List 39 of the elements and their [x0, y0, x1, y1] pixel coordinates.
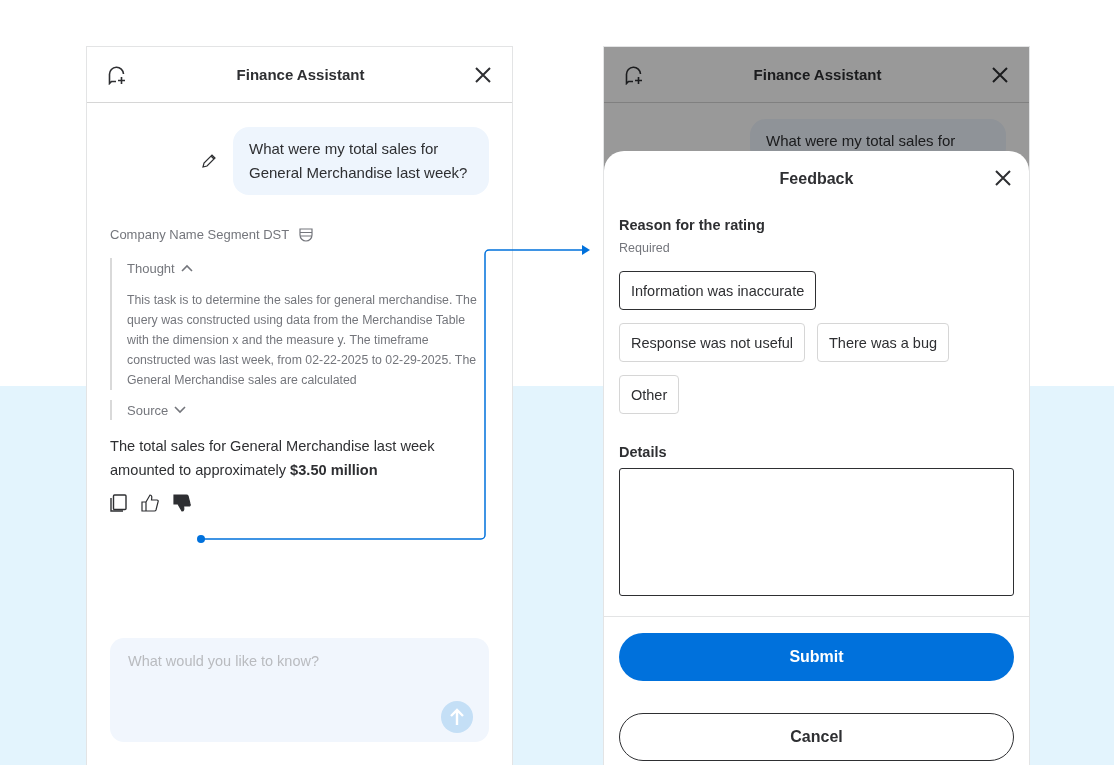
- reason-chip[interactable]: Other: [619, 375, 680, 414]
- details-field[interactable]: [619, 468, 1014, 596]
- thumbs-down-icon[interactable]: [173, 494, 191, 512]
- sheet-title: Feedback: [779, 170, 854, 188]
- close-icon: [991, 65, 1009, 84]
- close-icon: [474, 65, 492, 84]
- new-chat-icon: [107, 64, 127, 85]
- section-toggle[interactable]: Source: [127, 400, 187, 420]
- chevron-up-icon: [180, 264, 193, 272]
- new-chat-button[interactable]: [624, 64, 644, 85]
- reason-chip[interactable]: Information was inaccurate: [619, 271, 817, 310]
- database-icon: [299, 227, 314, 242]
- edit-button[interactable]: [201, 153, 217, 169]
- required-hint: Required: [619, 241, 671, 255]
- new-chat-button[interactable]: [107, 64, 127, 85]
- arrow-up-icon: [450, 708, 464, 726]
- thought-text: This task is to determine the sales for general merchandise. The query was constructed using data from the Merchandise Table with the dimension x and the measure y. The timeframe constructed was last week, from 02-22-2025 to 02-29-2025. The General Merchandise sales are calculated: [127, 292, 478, 389]
- close-button[interactable]: [994, 169, 1012, 187]
- panel-title: Finance Assistant: [236, 66, 365, 83]
- close-button[interactable]: [474, 65, 492, 84]
- details-label: Details: [619, 444, 668, 460]
- section-toggle[interactable]: Thought: [127, 258, 193, 278]
- chevron-down-icon: [174, 406, 187, 414]
- reason-chip[interactable]: There was a bug: [817, 323, 950, 362]
- reason-chip[interactable]: Response was not useful: [619, 323, 805, 362]
- panel-title: Finance Assistant: [753, 66, 882, 83]
- close-icon: [994, 169, 1012, 187]
- new-chat-icon: [624, 64, 644, 85]
- copy-icon[interactable]: [110, 494, 127, 512]
- answer-text: The total sales for General Merchandise last week amounted to approximately $3.50 million: [110, 437, 436, 480]
- thumbs-up-icon[interactable]: [141, 494, 159, 512]
- reason-label: Reason for the rating: [619, 217, 766, 233]
- message-input[interactable]: What would you like to know?: [126, 652, 473, 670]
- pencil-icon: [201, 153, 217, 169]
- question-bubble: What were my total sales for General Merchandise last week?: [233, 127, 489, 195]
- source-label: Company Name Segment DST: [110, 227, 290, 242]
- submit-button[interactable]: Submit: [619, 633, 1014, 681]
- close-button[interactable]: [991, 65, 1009, 84]
- cancel-button[interactable]: Cancel: [619, 713, 1014, 761]
